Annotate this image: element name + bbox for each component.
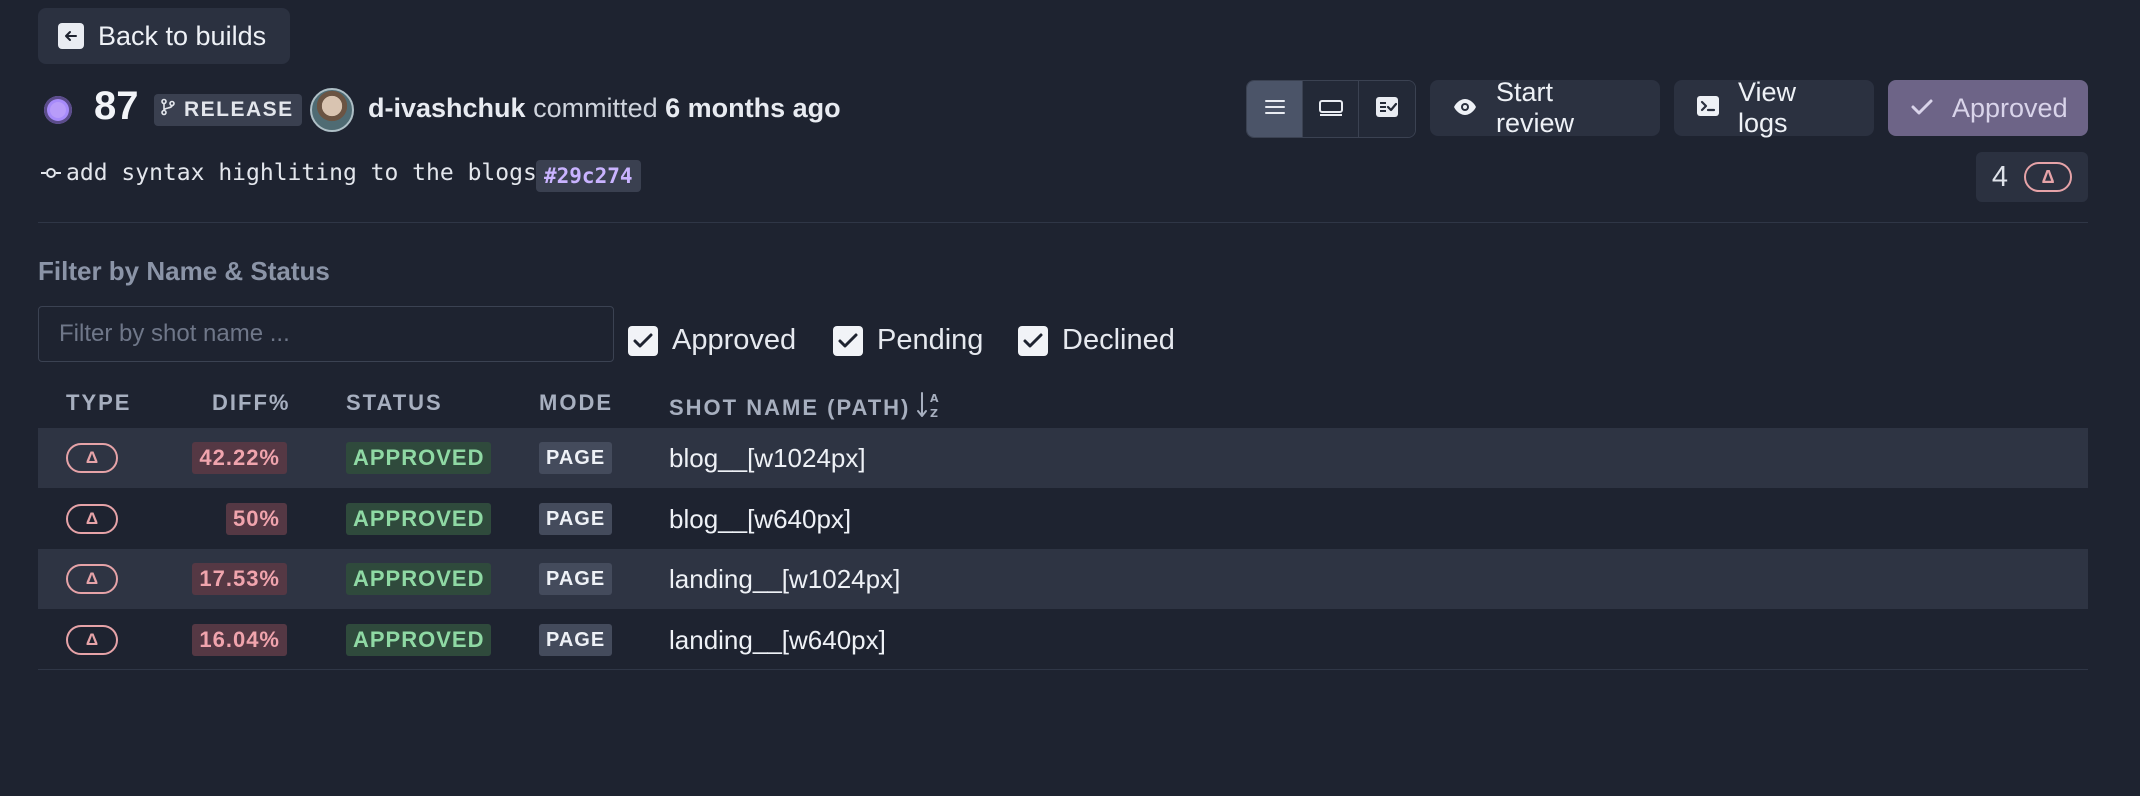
checkbox-checked-icon [628, 325, 658, 356]
status-badge: APPROVED [346, 503, 492, 535]
status-badge: APPROVED [346, 563, 492, 595]
diff-percent: 16.04% [192, 624, 287, 656]
svg-text:Z: Z [930, 407, 940, 420]
pending-filter-label: Pending [877, 324, 984, 356]
check-icon [1910, 93, 1934, 124]
eye-icon [1452, 93, 1478, 124]
column-header-diff: DIFF% [212, 390, 291, 415]
changed-shots-counter: 4 Δ [1976, 152, 2088, 202]
approved-filter-label: Approved [672, 324, 797, 356]
table-row[interactable]: Δ 50% APPROVED PAGE blog__[w640px] [38, 489, 2088, 549]
table-bottom-divider [38, 669, 2088, 670]
terminal-icon [1696, 93, 1720, 124]
shot-name-filter-input[interactable] [38, 306, 614, 362]
view-mode-toggle [1246, 80, 1416, 138]
status-badge: APPROVED [346, 442, 492, 474]
declined-filter-label: Declined [1062, 324, 1175, 356]
branch-badge: RELEASE [154, 94, 302, 126]
diff-type-icon: Δ [66, 625, 118, 655]
author-name: d-ivashchuk [368, 93, 526, 123]
column-header-shot-name[interactable]: SHOT NAME (PATH) AZ [669, 390, 942, 426]
commit-message-line: add syntax highliting to the blogs [40, 160, 537, 186]
list-icon [1264, 98, 1286, 121]
mode-badge: PAGE [539, 503, 613, 535]
avatar [310, 88, 354, 132]
diff-type-icon: Δ [66, 443, 118, 473]
back-to-builds-button[interactable]: Back to builds [38, 8, 290, 64]
approved-label: Approved [1952, 92, 2068, 123]
checklist-view-button[interactable] [1359, 81, 1415, 137]
sort-alpha-down-icon: AZ [916, 390, 942, 426]
git-commit-icon [40, 160, 62, 186]
single-view-icon [1318, 97, 1344, 122]
checkbox-checked-icon [1018, 325, 1048, 356]
column-header-type: TYPE [66, 390, 132, 415]
commit-message: add syntax highliting to the blogs [66, 160, 537, 186]
back-to-builds-label: Back to builds [98, 20, 267, 51]
changed-count: 4 [1991, 160, 2009, 193]
filter-title: Filter by Name & Status [38, 256, 330, 286]
checklist-icon [1375, 96, 1399, 123]
commit-author-line: d-ivashchuk committed 6 months ago [368, 93, 841, 124]
diff-type-icon: Δ [66, 564, 118, 594]
diff-percent: 42.22% [192, 442, 287, 474]
list-view-button[interactable] [1247, 81, 1303, 137]
diff-type-icon: Δ [66, 504, 118, 534]
pending-filter-checkbox[interactable]: Pending [833, 324, 983, 357]
column-header-status: STATUS [346, 390, 443, 415]
mode-badge: PAGE [539, 624, 613, 656]
table-row[interactable]: Δ 17.53% APPROVED PAGE landing__[w1024px… [38, 549, 2088, 609]
single-view-button[interactable] [1303, 81, 1359, 137]
build-status-indicator [44, 96, 72, 124]
table-row[interactable]: Δ 42.22% APPROVED PAGE blog__[w1024px] [38, 428, 2088, 488]
committed-text: committed [533, 93, 658, 123]
commit-hash-link[interactable]: #29c274 [536, 160, 641, 192]
commit-time: 6 months ago [665, 93, 841, 123]
diff-percent: 50% [225, 503, 287, 535]
shot-name[interactable]: blog__[w1024px] [669, 443, 866, 474]
approved-button[interactable]: Approved [1888, 80, 2088, 136]
table-row[interactable]: Δ 16.04% APPROVED PAGE landing__[w640px] [38, 610, 2088, 670]
checkbox-checked-icon [833, 325, 863, 356]
start-review-label: Start review [1496, 77, 1575, 138]
shot-name-header-label: SHOT NAME (PATH) [669, 395, 911, 420]
mode-badge: PAGE [539, 442, 613, 474]
column-header-mode: MODE [539, 390, 613, 415]
declined-filter-checkbox[interactable]: Declined [1018, 324, 1175, 357]
arrow-left-icon [58, 23, 84, 49]
view-logs-button[interactable]: View logs [1674, 77, 1874, 138]
branch-name: RELEASE [184, 98, 294, 121]
diff-percent: 17.53% [192, 563, 287, 595]
build-number: 87 [94, 84, 139, 128]
shot-name[interactable]: blog__[w640px] [669, 504, 851, 535]
svg-text:A: A [930, 392, 941, 405]
shot-name[interactable]: landing__[w640px] [669, 625, 886, 656]
start-review-button[interactable]: Start review [1430, 77, 1660, 138]
mode-badge: PAGE [539, 563, 613, 595]
approved-filter-checkbox[interactable]: Approved [628, 324, 796, 357]
git-branch-icon [160, 98, 176, 122]
delta-icon: Δ [2024, 162, 2073, 192]
status-badge: APPROVED [346, 624, 492, 656]
view-logs-label: View logs [1738, 77, 1797, 138]
divider [38, 222, 2088, 223]
shot-name[interactable]: landing__[w1024px] [669, 564, 900, 595]
